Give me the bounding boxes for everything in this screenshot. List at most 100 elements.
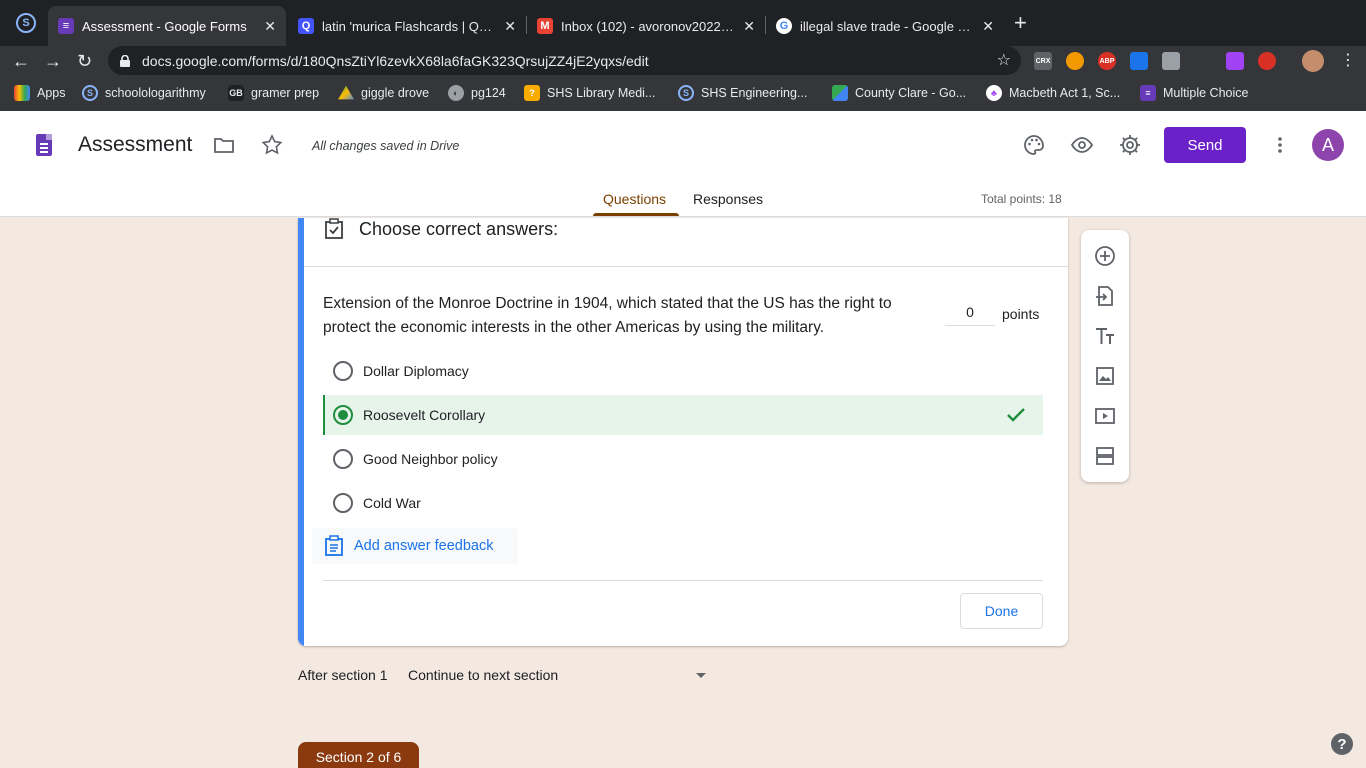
add-section-icon[interactable] [1093, 444, 1117, 468]
bookmark-apps[interactable]: Apps [14, 85, 66, 101]
bookmark-pg124[interactable]: ◐ pg124 [448, 85, 506, 101]
add-question-icon[interactable] [1093, 244, 1117, 268]
option-label: Good Neighbor policy [363, 451, 498, 467]
red-extension-icon[interactable] [1258, 52, 1276, 70]
back-arrow-icon[interactable]: ← [12, 49, 30, 73]
close-tab-icon[interactable]: ✕ [743, 18, 755, 35]
bookmark-giggle-drove[interactable]: giggle drove [338, 85, 429, 101]
active-card-indicator [298, 218, 304, 646]
option-good-neighbor-policy[interactable]: Good Neighbor policy [323, 439, 1043, 479]
reload-icon[interactable]: ↻ [77, 49, 92, 73]
add-answer-feedback-button[interactable]: Add answer feedback [312, 528, 518, 564]
palette-icon[interactable] [1022, 133, 1046, 157]
folder-icon[interactable] [212, 133, 236, 157]
save-status: All changes saved in Drive [312, 139, 460, 153]
answer-key-icon [325, 218, 343, 239]
add-image-icon[interactable] [1093, 364, 1117, 388]
option-dollar-diplomacy[interactable]: Dollar Diplomacy [323, 351, 1043, 391]
google-drive-icon [338, 85, 354, 100]
globe-icon: ◐ [448, 85, 464, 101]
bookmark-multiple-choice[interactable]: ≡ Multiple Choice [1140, 85, 1248, 101]
bookmark-gramer-prep[interactable]: GB gramer prep [228, 85, 319, 101]
google-icon: G [776, 18, 792, 34]
browser-toolbar: ← → ↻ docs.google.com/forms/d/180QnsZtiY… [0, 46, 1366, 76]
after-section-dropdown[interactable]: Continue to next section [408, 667, 706, 683]
answer-key-heading: Choose correct answers: [359, 219, 559, 239]
owl-extension-icon[interactable] [1066, 52, 1084, 70]
close-tab-icon[interactable]: ✕ [264, 18, 276, 35]
tab-responses[interactable]: Responses [693, 191, 763, 207]
forms-header: Assessment All changes saved in Drive Se… [0, 111, 1366, 217]
send-button[interactable]: Send [1164, 127, 1246, 163]
tab-questions[interactable]: Questions [603, 191, 666, 207]
tab-google-search[interactable]: G illegal slave trade - Google Search ✕ [766, 6, 1004, 46]
bookmark-shs-engineering[interactable]: S SHS Engineering... [678, 85, 807, 101]
option-roosevelt-corollary[interactable]: Roosevelt Corollary [323, 395, 1043, 435]
bookmark-county-clare[interactable]: County Clare - Go... [832, 85, 966, 101]
dropdown-arrow-icon [696, 673, 706, 678]
settings-gear-icon[interactable] [1118, 133, 1142, 157]
after-section-value: Continue to next section [408, 667, 559, 683]
option-label: Roosevelt Corollary [363, 407, 486, 423]
google-forms-icon: ≡ [58, 18, 74, 34]
option-label: Cold War [363, 495, 421, 511]
radio-button[interactable] [333, 449, 353, 469]
question-text: Extension of the Monroe Doctrine in 1904… [323, 295, 892, 336]
bookmark-star-icon[interactable]: ☆ [997, 50, 1011, 70]
google-forms-logo-icon[interactable] [36, 134, 52, 156]
tab-assessment[interactable]: ≡ Assessment - Google Forms ✕ [48, 6, 286, 46]
correct-check-icon [1007, 408, 1025, 422]
form-title[interactable]: Assessment [78, 133, 192, 157]
browser-menu-icon[interactable]: ⋮ [1340, 49, 1356, 73]
schoology-menu-icon[interactable]: S [16, 13, 36, 33]
schoology-icon: S [82, 85, 98, 101]
new-tab-button[interactable]: + [1014, 12, 1027, 34]
bookmarks-bar: Apps S schoolologarithmy GB gramer prep … [0, 76, 1366, 111]
color-extension-icon[interactable] [1226, 52, 1244, 70]
feedback-label: Add answer feedback [354, 538, 494, 554]
schoology-icon: S [678, 85, 694, 101]
tab-inbox[interactable]: M Inbox (102) - avoronov2022@s ✕ [527, 6, 765, 46]
tab-quizlet[interactable]: Q latin 'murica Flashcards | Quizlet ✕ [288, 6, 526, 46]
add-title-icon[interactable] [1093, 324, 1117, 348]
apps-grid-icon [14, 85, 30, 101]
adblock-extension-icon[interactable]: ABP [1098, 52, 1116, 70]
add-video-icon[interactable] [1093, 404, 1117, 428]
briefcase-extension-icon[interactable] [1162, 52, 1180, 70]
close-tab-icon[interactable]: ✕ [504, 18, 516, 35]
divider [304, 266, 1068, 267]
help-icon[interactable]: ? [1331, 733, 1353, 755]
avatar[interactable]: A [1312, 129, 1344, 161]
done-button[interactable]: Done [960, 593, 1043, 629]
macbeth-icon: ♣ [986, 85, 1002, 101]
radio-button[interactable] [333, 361, 353, 381]
preview-eye-icon[interactable] [1070, 133, 1094, 157]
more-options-icon[interactable] [1268, 133, 1292, 157]
import-questions-icon[interactable] [1093, 284, 1117, 308]
forward-arrow-icon[interactable]: → [44, 49, 62, 73]
bookmark-shs-library[interactable]: ? SHS Library Medi... [524, 85, 655, 101]
section-badge: Section 2 of 6 [298, 742, 419, 768]
radio-button-selected[interactable] [333, 405, 353, 425]
gb-icon: GB [228, 85, 244, 101]
floating-toolbar [1081, 230, 1129, 482]
points-input[interactable]: 0 [945, 304, 995, 326]
bookmark-macbeth[interactable]: ♣ Macbeth Act 1, Sc... [986, 85, 1120, 101]
option-cold-war[interactable]: Cold War [323, 483, 1043, 523]
after-section-label: After section 1 [298, 667, 388, 683]
close-tab-icon[interactable]: ✕ [982, 18, 994, 35]
editor-extension-icon[interactable] [1130, 52, 1148, 70]
library-icon: ? [524, 85, 540, 101]
active-tab-indicator [593, 213, 679, 216]
crx-extension-icon[interactable]: CRX [1034, 52, 1052, 70]
profile-avatar-icon[interactable] [1302, 50, 1324, 72]
star-icon[interactable] [260, 133, 284, 157]
question-card: Choose correct answers: Extension of the… [298, 218, 1068, 646]
bookmark-schoology[interactable]: S schoolologarithmy [82, 85, 206, 101]
radio-button[interactable] [333, 493, 353, 513]
address-bar[interactable]: docs.google.com/forms/d/180QnsZtiYl6zevk… [108, 46, 1021, 75]
option-label: Dollar Diplomacy [363, 363, 469, 379]
quizlet-icon: Q [298, 18, 314, 34]
hidden-extension-icon[interactable] [1194, 52, 1212, 70]
points-label: points [1002, 306, 1040, 322]
